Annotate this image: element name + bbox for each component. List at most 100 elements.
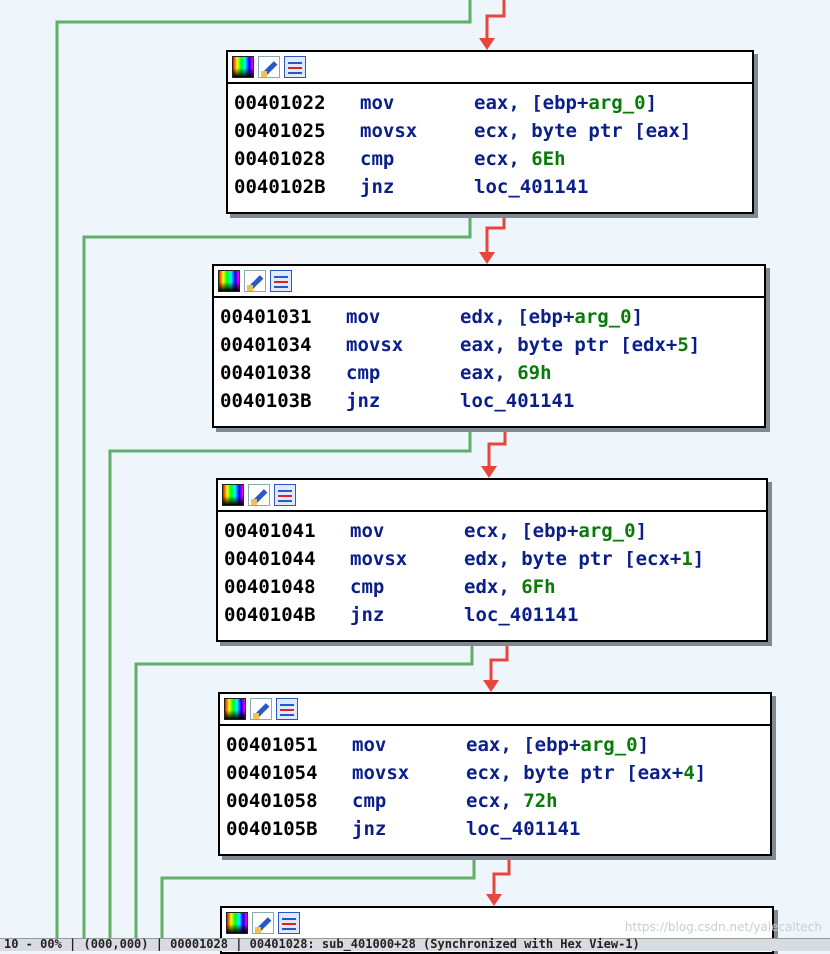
edge-true-branch [487, 424, 507, 468]
operand-text: loc_401141 [460, 390, 575, 412]
instruction-operands[interactable]: eax, byte ptr [edx+5] [460, 334, 700, 356]
watermark-text: https://blog.csdn.net/yalecaltech [624, 920, 822, 934]
instruction-address: 00401044 [224, 548, 316, 570]
instruction-mnemonic: mov [346, 306, 381, 328]
block-header-icons [218, 270, 292, 292]
operand-text: ] [631, 306, 644, 328]
instruction-line[interactable]: 0040103B jnz loc_401141 [220, 387, 756, 415]
operand-text: loc_401141 [474, 176, 589, 198]
instruction-operands[interactable]: ecx, [ebp+arg_0] [464, 520, 647, 542]
instruction-operands[interactable]: eax, [ebp+arg_0] [474, 92, 657, 114]
code-block[interactable]: 00401041 mov ecx, [ebp+arg_0] 00401044 movsx… [216, 478, 768, 642]
edit-pencil-icon[interactable] [250, 698, 272, 720]
graph-view-icon[interactable] [278, 912, 300, 934]
edge-arrowhead [479, 38, 495, 50]
instruction-address: 00401025 [234, 120, 326, 142]
instruction-line[interactable]: 00401025 movsx ecx, byte ptr [eax] [234, 117, 744, 145]
instruction-line[interactable]: 00401051 mov eax, [ebp+arg_0] [226, 731, 762, 759]
instruction-mnemonic: movsx [350, 548, 408, 570]
instruction-operands[interactable]: edx, [ebp+arg_0] [460, 306, 643, 328]
operand-variable: arg_0 [580, 734, 638, 756]
instruction-address: 00401051 [226, 734, 318, 756]
block-header-icons [222, 484, 296, 506]
operand-text: edx, byte ptr [ecx+ [464, 548, 682, 570]
instruction-operands[interactable]: edx, byte ptr [ecx+1] [464, 548, 704, 570]
instruction-list: 00401022 mov eax, [ebp+arg_0] 00401025 movsx… [228, 84, 752, 205]
color-palette-icon[interactable] [222, 484, 244, 506]
instruction-address: 0040105B [226, 818, 318, 840]
instruction-line[interactable]: 0040104B jnz loc_401141 [224, 601, 758, 629]
instruction-operands[interactable]: loc_401141 [474, 176, 588, 198]
operand-number: 6Eh [531, 148, 566, 170]
instruction-address: 00401031 [220, 306, 312, 328]
instruction-operands[interactable]: loc_401141 [466, 818, 580, 840]
instruction-list: 00401051 mov eax, [ebp+arg_0] 00401054 movsx… [220, 726, 770, 847]
instruction-line[interactable]: 00401022 mov eax, [ebp+arg_0] [234, 89, 744, 117]
instruction-address: 0040103B [220, 390, 312, 412]
code-block[interactable]: 00401031 mov edx, [ebp+arg_0] 00401034 movsx… [212, 264, 766, 428]
code-block[interactable]: 00401051 mov eax, [ebp+arg_0] 00401054 movsx… [218, 692, 772, 856]
instruction-address: 00401034 [220, 334, 312, 356]
operand-text: edx, [ebp+ [460, 306, 575, 328]
instruction-list: 00401031 mov edx, [ebp+arg_0] 00401034 movsx… [214, 298, 764, 419]
edge-true-branch [485, 210, 506, 254]
color-palette-icon[interactable] [232, 56, 254, 78]
color-palette-icon[interactable] [226, 912, 248, 934]
operand-number: 5 [677, 334, 689, 356]
operand-number: 72h [523, 790, 558, 812]
instruction-address: 00401038 [220, 362, 312, 384]
instruction-operands[interactable]: loc_401141 [464, 604, 578, 626]
status-text: 10 - 00% | (000,000) | 00001028 | 004010… [4, 937, 640, 951]
color-palette-icon[interactable] [224, 698, 246, 720]
instruction-line[interactable]: 0040102B jnz loc_401141 [234, 173, 744, 201]
instruction-operands[interactable]: ecx, byte ptr [eax+4] [466, 762, 706, 784]
operand-number: 6Fh [521, 576, 556, 598]
operand-number: 4 [683, 762, 695, 784]
edge-arrowhead [486, 894, 502, 906]
graph-view-icon[interactable] [276, 698, 298, 720]
edge-arrowhead [483, 680, 499, 692]
instruction-line[interactable]: 00401048 cmp edx, 6Fh [224, 573, 758, 601]
block-header-icons [232, 56, 306, 78]
operand-text: eax, [460, 362, 518, 384]
instruction-operands[interactable]: edx, 6Fh [464, 576, 556, 598]
instruction-address: 00401022 [234, 92, 326, 114]
block-header [228, 52, 752, 84]
instruction-line[interactable]: 00401044 movsx edx, byte ptr [ecx+1] [224, 545, 758, 573]
instruction-operands[interactable]: eax, [ebp+arg_0] [466, 734, 649, 756]
instruction-line[interactable]: 00401028 cmp ecx, 6Eh [234, 145, 744, 173]
instruction-line[interactable]: 00401041 mov ecx, [ebp+arg_0] [224, 517, 758, 545]
instruction-operands[interactable]: ecx, 6Eh [474, 148, 566, 170]
graph-view-icon[interactable] [284, 56, 306, 78]
instruction-operands[interactable]: eax, 69h [460, 362, 552, 384]
edit-pencil-icon[interactable] [244, 270, 266, 292]
graph-view-icon[interactable] [274, 484, 296, 506]
operand-text: ] [637, 734, 650, 756]
operand-variable: arg_0 [574, 306, 632, 328]
instruction-operands[interactable]: loc_401141 [460, 390, 574, 412]
instruction-operands[interactable]: ecx, byte ptr [eax] [474, 120, 691, 142]
instruction-address: 0040102B [234, 176, 326, 198]
instruction-line[interactable]: 00401031 mov edx, [ebp+arg_0] [220, 303, 756, 331]
instruction-list: 00401041 mov ecx, [ebp+arg_0] 00401044 movsx… [218, 512, 766, 633]
block-header-icons [224, 698, 298, 720]
color-palette-icon[interactable] [218, 270, 240, 292]
operand-text: ] [692, 548, 705, 570]
graph-view-icon[interactable] [270, 270, 292, 292]
operand-text: eax, [ebp+ [474, 92, 589, 114]
status-bar: 10 - 00% | (000,000) | 00001028 | 004010… [0, 937, 830, 951]
instruction-line[interactable]: 00401054 movsx ecx, byte ptr [eax+4] [226, 759, 762, 787]
edit-pencil-icon[interactable] [248, 484, 270, 506]
instruction-line[interactable]: 0040105B jnz loc_401141 [226, 815, 762, 843]
block-header [220, 694, 770, 726]
instruction-mnemonic: cmp [346, 362, 381, 384]
instruction-line[interactable]: 00401038 cmp eax, 69h [220, 359, 756, 387]
edit-pencil-icon[interactable] [258, 56, 280, 78]
instruction-operands[interactable]: ecx, 72h [466, 790, 558, 812]
edit-pencil-icon[interactable] [252, 912, 274, 934]
operand-text: ecx, byte ptr [eax+ [466, 762, 684, 784]
instruction-line[interactable]: 00401058 cmp ecx, 72h [226, 787, 762, 815]
instruction-line[interactable]: 00401034 movsx eax, byte ptr [edx+5] [220, 331, 756, 359]
operand-text: loc_401141 [464, 604, 579, 626]
code-block[interactable]: 00401022 mov eax, [ebp+arg_0] 00401025 movsx… [226, 50, 754, 214]
